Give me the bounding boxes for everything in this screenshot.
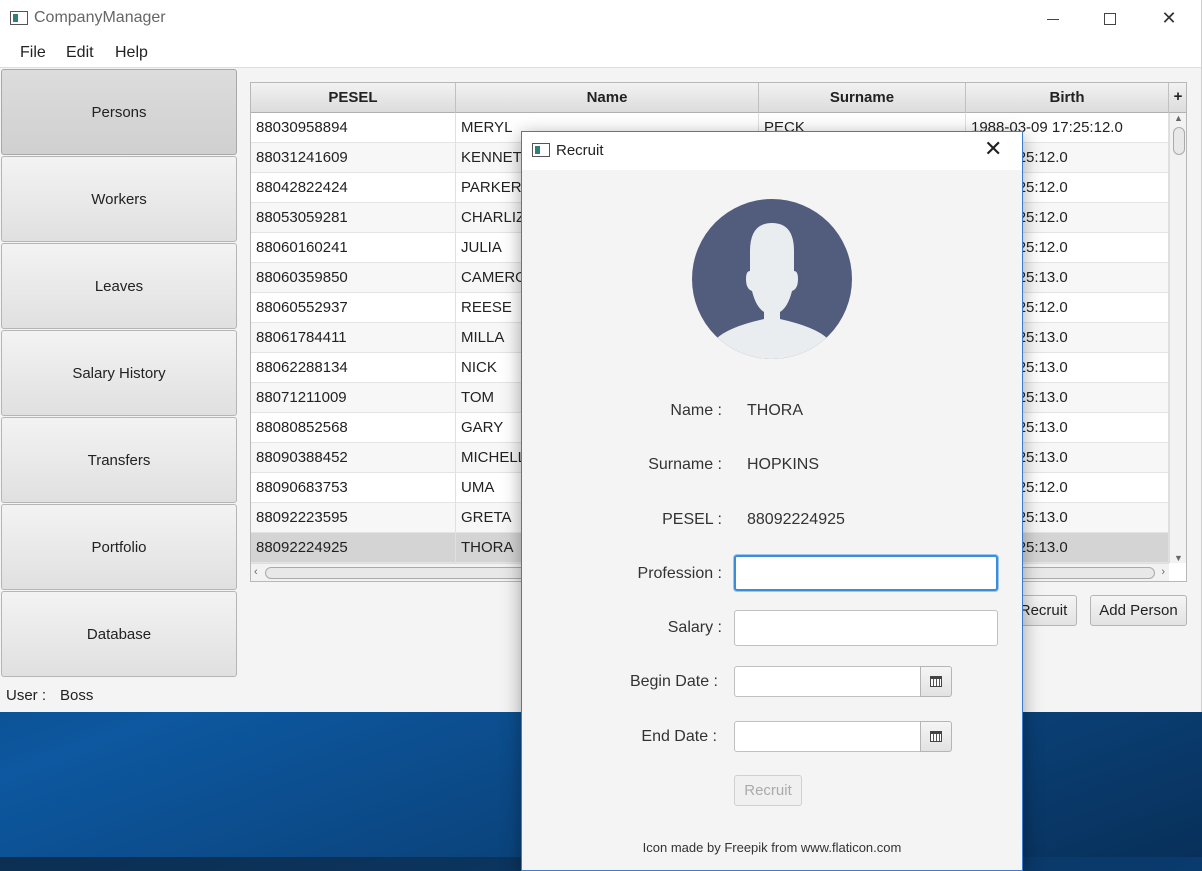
column-menu-plus-icon[interactable]: + [1169, 83, 1186, 113]
dialog-close-icon[interactable]: ✕ [984, 136, 1002, 162]
window-title: CompanyManager [34, 9, 166, 26]
calendar-icon [930, 676, 942, 687]
column-header-name[interactable]: Name [456, 83, 759, 113]
end-date-picker-button[interactable] [920, 721, 952, 752]
nav-leaves-button[interactable]: Leaves [1, 243, 237, 329]
status-user: User : Boss [6, 687, 107, 704]
cell-pesel: 88061784411 [251, 323, 456, 353]
dialog-title: Recruit [556, 142, 604, 159]
add-person-button[interactable]: Add Person [1090, 595, 1187, 626]
column-header-pesel[interactable]: PESEL [251, 83, 456, 113]
table-header: PESEL Name Surname Birth + [251, 83, 1186, 113]
pesel-label: PESEL : [662, 511, 722, 528]
scroll-down-icon[interactable]: ▼ [1174, 553, 1183, 563]
begin-date-picker-button[interactable] [920, 666, 952, 697]
person-silhouette-icon [716, 223, 828, 359]
icon-credit-text: Icon made by Freepik from www.flaticon.c… [642, 840, 902, 855]
salary-label: Salary : [667, 619, 722, 636]
scroll-left-icon[interactable]: ‹ [254, 566, 258, 578]
salary-input[interactable] [734, 610, 998, 646]
title-bar: CompanyManager ✕ [0, 0, 1201, 38]
app-icon [10, 11, 28, 25]
menu-bar: File Edit Help [0, 38, 1201, 68]
dialog-title-bar: Recruit ✕ [522, 132, 1022, 170]
surname-value: HOPKINS [747, 456, 820, 473]
user-label: User : [6, 687, 47, 704]
column-header-surname[interactable]: Surname [759, 83, 966, 113]
profession-input[interactable] [734, 555, 998, 591]
cell-pesel: 88092224925 [251, 533, 456, 563]
surname-label: Surname : [648, 456, 722, 473]
nav-transfers-button[interactable]: Transfers [1, 417, 237, 503]
end-date-label: End Date : [641, 728, 717, 745]
close-icon: ✕ [1161, 8, 1177, 28]
end-date-input[interactable] [734, 721, 921, 752]
nav-database-button[interactable]: Database [1, 591, 237, 677]
cell-pesel: 88060552937 [251, 293, 456, 323]
column-header-birth[interactable]: Birth [966, 83, 1169, 113]
cell-pesel: 88042822424 [251, 173, 456, 203]
minimize-icon [1047, 18, 1059, 20]
dialog-app-icon [532, 143, 550, 157]
user-value: Boss [60, 687, 94, 704]
menu-help[interactable]: Help [115, 44, 148, 62]
minimize-button[interactable] [1030, 0, 1076, 36]
name-label: Name : [670, 402, 722, 419]
avatar-icon [692, 199, 852, 359]
cell-pesel: 88060359850 [251, 263, 456, 293]
cell-pesel: 88092223595 [251, 503, 456, 533]
cell-pesel: 88030958894 [251, 113, 456, 143]
menu-edit[interactable]: Edit [66, 44, 94, 62]
nav-workers-button[interactable]: Workers [1, 156, 237, 242]
cell-pesel: 88060160241 [251, 233, 456, 263]
calendar-icon [930, 731, 942, 742]
scroll-up-icon[interactable]: ▲ [1174, 113, 1183, 123]
nav-salary-history-button[interactable]: Salary History [1, 330, 237, 416]
cell-pesel: 88062288134 [251, 353, 456, 383]
menu-file[interactable]: File [20, 44, 46, 62]
nav-portfolio-button[interactable]: Portfolio [1, 504, 237, 590]
cell-pesel: 88090388452 [251, 443, 456, 473]
cell-pesel: 88071211009 [251, 383, 456, 413]
vertical-scrollbar[interactable]: ▲ ▼ [1169, 113, 1186, 563]
scroll-right-icon[interactable]: › [1161, 566, 1165, 578]
cell-pesel: 88053059281 [251, 203, 456, 233]
maximize-icon [1104, 13, 1116, 26]
name-value: THORA [747, 402, 803, 419]
recruit-submit-button[interactable]: Recruit [734, 775, 802, 806]
vertical-scroll-thumb[interactable] [1173, 127, 1185, 155]
profession-label: Profession : [637, 565, 722, 582]
cell-pesel: 88090683753 [251, 473, 456, 503]
nav-persons-button[interactable]: Persons [1, 69, 237, 155]
recruit-dialog: Recruit ✕ Name : THORA Surname : HOPKINS… [521, 131, 1023, 871]
maximize-button[interactable] [1087, 0, 1133, 36]
cell-pesel: 88080852568 [251, 413, 456, 443]
close-button[interactable]: ✕ [1146, 0, 1192, 36]
begin-date-label: Begin Date : [629, 673, 718, 690]
pesel-value: 88092224925 [747, 511, 845, 528]
cell-pesel: 88031241609 [251, 143, 456, 173]
begin-date-input[interactable] [734, 666, 921, 697]
